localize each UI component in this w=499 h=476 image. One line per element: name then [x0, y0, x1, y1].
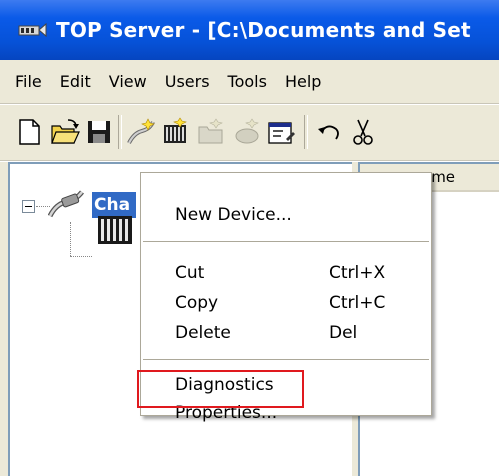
tree-connector	[70, 256, 92, 257]
menu-item-label: New Device...	[175, 205, 292, 225]
new-channel-icon[interactable]	[126, 117, 156, 147]
menu-item-delete[interactable]: Delete Del	[141, 319, 431, 349]
tree-connector	[70, 222, 71, 256]
menu-users[interactable]: Users	[156, 72, 219, 91]
menu-edit[interactable]: Edit	[51, 72, 100, 91]
top-server-icon[interactable]	[18, 19, 48, 41]
menu-separator	[143, 241, 429, 242]
menu-item-shortcut: Ctrl+X	[329, 263, 386, 283]
save-icon[interactable]	[84, 117, 114, 147]
open-icon[interactable]	[50, 117, 80, 147]
toolbar-separator	[118, 115, 122, 149]
new-tag-icon[interactable]	[232, 117, 262, 147]
menu-item-label: Copy	[175, 293, 219, 313]
properties-highlight-box	[137, 370, 304, 408]
device-icon[interactable]	[96, 208, 136, 246]
undo-icon[interactable]	[314, 117, 344, 147]
menu-item-label: Delete	[175, 323, 231, 343]
new-device-icon[interactable]	[160, 117, 190, 147]
cut-icon[interactable]	[348, 117, 378, 147]
menu-help[interactable]: Help	[276, 72, 330, 91]
menu-tools[interactable]: Tools	[219, 72, 276, 91]
new-icon[interactable]	[14, 117, 44, 147]
title-bar: TOP Server - [C:\Documents and Set	[0, 0, 499, 60]
window-title: TOP Server - [C:\Documents and Set	[56, 18, 471, 42]
menu-item-shortcut: Ctrl+C	[329, 293, 386, 313]
menu-file[interactable]: File	[6, 72, 51, 91]
toolbar	[0, 105, 499, 161]
properties-icon[interactable]	[266, 117, 296, 147]
collapse-toggle[interactable]	[22, 200, 35, 213]
menu-item-copy[interactable]: Copy Ctrl+C	[141, 289, 431, 319]
menu-item-label: Cut	[175, 263, 205, 283]
channel-icon[interactable]	[47, 190, 88, 218]
menu-item-new-device[interactable]: New Device...	[141, 201, 431, 231]
new-group-icon[interactable]	[196, 117, 226, 147]
menu-separator	[143, 359, 429, 360]
toolbar-separator	[304, 115, 308, 149]
menu-view[interactable]: View	[100, 72, 156, 91]
menu-item-cut[interactable]: Cut Ctrl+X	[141, 259, 431, 289]
menu-bar: File Edit View Users Tools Help	[0, 60, 499, 104]
menu-item-shortcut: Del	[329, 323, 358, 343]
